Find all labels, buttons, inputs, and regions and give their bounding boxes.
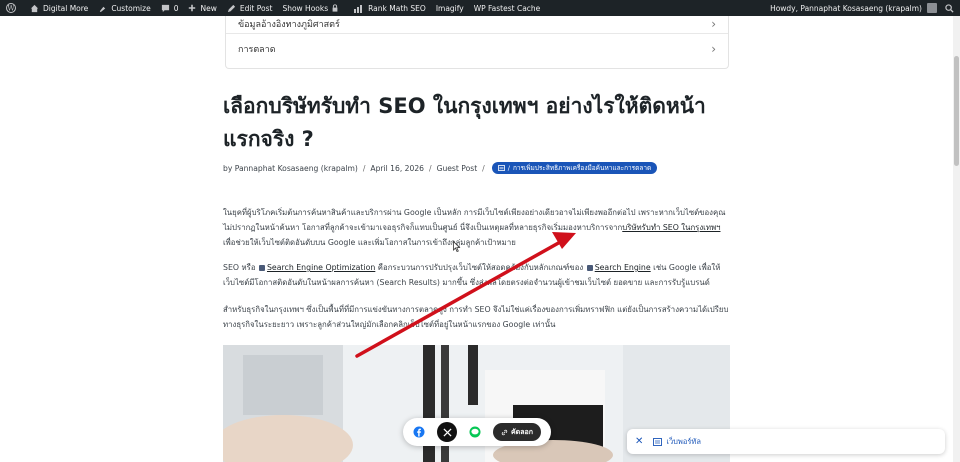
copy-link-label: คัดลอก — [511, 427, 533, 436]
close-icon[interactable]: ✕ — [635, 436, 643, 447]
x-share-button[interactable] — [437, 422, 457, 442]
red-arrow-annotation — [355, 232, 576, 358]
facebook-share-button[interactable] — [409, 422, 429, 442]
x-logo-icon — [442, 427, 452, 437]
portfolio-link[interactable]: เว็บพอร์ทัล — [653, 436, 701, 448]
line-share-button[interactable] — [465, 422, 485, 442]
portal-icon — [653, 437, 663, 446]
portfolio-label: เว็บพอร์ทัล — [666, 436, 701, 446]
mouse-cursor-icon — [453, 241, 461, 253]
facebook-icon — [413, 426, 425, 438]
link-icon — [501, 429, 508, 435]
copy-link-button[interactable]: คัดลอก — [493, 423, 541, 441]
line-icon — [469, 426, 481, 438]
share-bar: คัดลอก — [403, 418, 551, 446]
portfolio-widget: ✕ เว็บพอร์ทัล — [627, 429, 945, 454]
